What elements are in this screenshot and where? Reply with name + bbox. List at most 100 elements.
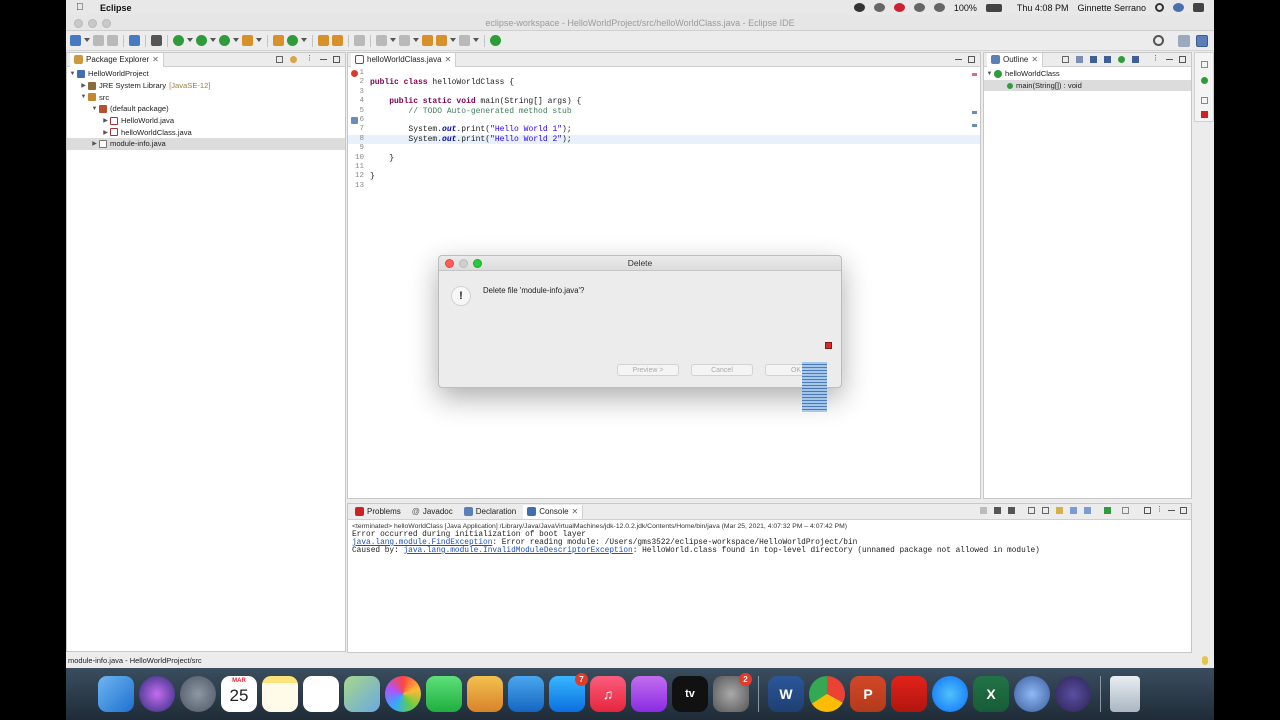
overview-error-mark[interactable] bbox=[972, 73, 977, 76]
open-console-icon[interactable] bbox=[1144, 507, 1151, 514]
safari-icon[interactable] bbox=[932, 676, 968, 712]
expanded-arrow-icon[interactable]: ▼ bbox=[986, 71, 993, 77]
open-type-icon[interactable] bbox=[318, 35, 329, 46]
maps-icon[interactable] bbox=[344, 676, 380, 712]
outline-item-class[interactable]: ▼ helloWorldClass bbox=[984, 68, 1191, 80]
expanded-arrow-icon[interactable]: ▼ bbox=[80, 94, 87, 100]
tree-item-jre-library[interactable]: ▶ JRE System Library [JavaSE-12] bbox=[67, 80, 345, 92]
minimize-icon[interactable] bbox=[1168, 507, 1175, 511]
back-icon[interactable] bbox=[436, 35, 447, 46]
show-on-stdout-icon[interactable] bbox=[1070, 507, 1077, 514]
acrobat-icon[interactable] bbox=[891, 676, 927, 712]
window-zoom-button[interactable] bbox=[102, 19, 111, 28]
siri-dock-icon[interactable] bbox=[139, 676, 175, 712]
java-perspective-icon[interactable] bbox=[1196, 35, 1208, 47]
tab-javadoc[interactable]: @ Javadoc bbox=[408, 505, 457, 519]
pin-editor-icon[interactable] bbox=[490, 35, 501, 46]
run-icon[interactable] bbox=[196, 35, 207, 46]
hide-non-public-icon[interactable] bbox=[1118, 56, 1125, 63]
battery-percent[interactable]: 100% bbox=[954, 3, 977, 13]
app-store-icon[interactable]: 7 bbox=[549, 673, 588, 712]
tab-package-explorer[interactable]: Package Explorer ✕ bbox=[70, 52, 164, 67]
system-preferences-icon[interactable]: 2 bbox=[713, 673, 752, 712]
code-area[interactable]: 1 2 public class helloWorldClass { 3 4 pu… bbox=[348, 67, 980, 191]
previous-annotation-icon[interactable] bbox=[399, 35, 410, 46]
quicktime-icon[interactable] bbox=[1014, 676, 1050, 712]
expanded-arrow-icon[interactable]: ▼ bbox=[91, 106, 98, 112]
stop-recording-icon[interactable] bbox=[825, 342, 832, 349]
last-edit-location-icon[interactable] bbox=[422, 35, 433, 46]
tab-problems[interactable]: Problems bbox=[351, 505, 405, 519]
window-minimize-button[interactable] bbox=[88, 19, 97, 28]
open-perspective-icon[interactable] bbox=[1178, 35, 1190, 47]
excel-icon[interactable]: X bbox=[973, 676, 1009, 712]
powerpoint-icon[interactable]: P bbox=[850, 676, 886, 712]
app-menu-name[interactable]: Eclipse bbox=[100, 3, 132, 13]
music-icon[interactable]: ♫ bbox=[590, 676, 626, 712]
eclipse-icon[interactable] bbox=[1055, 676, 1091, 712]
minimize-icon[interactable] bbox=[955, 56, 962, 60]
remove-launch-icon[interactable] bbox=[994, 507, 1001, 514]
close-icon[interactable]: ✕ bbox=[572, 507, 579, 516]
facetime-icon[interactable] bbox=[426, 676, 462, 712]
window-close-button[interactable] bbox=[74, 19, 83, 28]
preview-button[interactable]: Preview > bbox=[617, 364, 679, 376]
remove-all-terminated-icon[interactable] bbox=[1008, 507, 1015, 514]
calendar-icon[interactable]: MAR 25 bbox=[221, 676, 257, 712]
toggle-mark-occurrences-icon[interactable] bbox=[354, 35, 365, 46]
hide-static-icon[interactable] bbox=[1104, 56, 1111, 63]
collapsed-arrow-icon[interactable]: ▶ bbox=[91, 140, 98, 147]
tab-helloworldclass-java[interactable]: helloWorldClass.java ✕ bbox=[351, 52, 457, 67]
collapsed-arrow-icon[interactable]: ▶ bbox=[80, 82, 87, 89]
collapsed-arrow-icon[interactable]: ▶ bbox=[102, 129, 109, 136]
external-tools-dropdown-icon[interactable] bbox=[256, 38, 262, 43]
finder-icon[interactable] bbox=[98, 676, 134, 712]
keynote-preview-icon[interactable] bbox=[467, 676, 503, 712]
collapse-all-icon[interactable] bbox=[1062, 56, 1069, 63]
terminate-icon[interactable] bbox=[980, 507, 987, 514]
sort-icon[interactable] bbox=[1076, 56, 1083, 63]
expanded-arrow-icon[interactable]: ▼ bbox=[69, 71, 76, 77]
restore-icon[interactable] bbox=[1201, 97, 1208, 104]
show-on-stderr-icon[interactable] bbox=[1084, 507, 1091, 514]
view-menu-icon[interactable]: ⋮ bbox=[1152, 55, 1159, 63]
run-dropdown-icon[interactable] bbox=[210, 38, 216, 43]
forward-icon[interactable] bbox=[459, 35, 470, 46]
debug-dropdown-icon[interactable] bbox=[187, 38, 193, 43]
scroll-lock-icon[interactable] bbox=[1042, 507, 1049, 514]
spotlight-icon[interactable] bbox=[1155, 3, 1164, 12]
overview-task-mark[interactable] bbox=[972, 111, 977, 114]
next-annotation-icon[interactable] bbox=[376, 35, 387, 46]
user-name[interactable]: Ginnette Serrano bbox=[1077, 3, 1146, 13]
tree-item-helloworld-java[interactable]: ▶ HelloWorld.java bbox=[67, 115, 345, 127]
task-marker-icon[interactable] bbox=[351, 117, 358, 124]
close-icon[interactable]: ✕ bbox=[1031, 55, 1038, 64]
exception-link[interactable]: java.lang.module.FindException bbox=[352, 539, 492, 547]
error-marker-icon[interactable] bbox=[351, 70, 358, 77]
save-all-icon[interactable] bbox=[107, 35, 118, 46]
podcasts-icon[interactable] bbox=[631, 676, 667, 712]
view-menu-icon[interactable]: ⋮ bbox=[1156, 506, 1163, 514]
close-icon[interactable]: ✕ bbox=[152, 55, 159, 64]
trash-icon[interactable] bbox=[1110, 676, 1140, 712]
lightbulb-icon[interactable] bbox=[1202, 656, 1208, 665]
launchpad-icon[interactable] bbox=[180, 676, 216, 712]
new-class-icon[interactable] bbox=[287, 35, 298, 46]
new-dropdown-icon[interactable] bbox=[84, 38, 90, 43]
exception-link[interactable]: java.lang.module.InvalidModuleDescriptor… bbox=[403, 547, 632, 555]
reminders-icon[interactable] bbox=[303, 676, 339, 712]
tree-item-helloworldclass-java[interactable]: ▶ helloWorldClass.java bbox=[67, 126, 345, 138]
overview-task-mark[interactable] bbox=[972, 124, 977, 127]
tab-declaration[interactable]: Declaration bbox=[460, 505, 520, 519]
bluetooth-icon[interactable] bbox=[913, 3, 925, 12]
maximize-icon[interactable] bbox=[1179, 56, 1186, 63]
tree-item-default-package[interactable]: ▼ (default package) bbox=[67, 103, 345, 115]
display-console-icon[interactable] bbox=[1122, 507, 1129, 514]
problems-minimized-icon[interactable] bbox=[1201, 111, 1208, 118]
debug-icon[interactable] bbox=[173, 35, 184, 46]
new-icon[interactable] bbox=[70, 35, 81, 46]
save-icon[interactable] bbox=[93, 35, 104, 46]
photos-icon[interactable] bbox=[385, 676, 421, 712]
pin-console-icon[interactable] bbox=[1104, 507, 1111, 514]
back-dropdown-icon[interactable] bbox=[450, 38, 456, 43]
